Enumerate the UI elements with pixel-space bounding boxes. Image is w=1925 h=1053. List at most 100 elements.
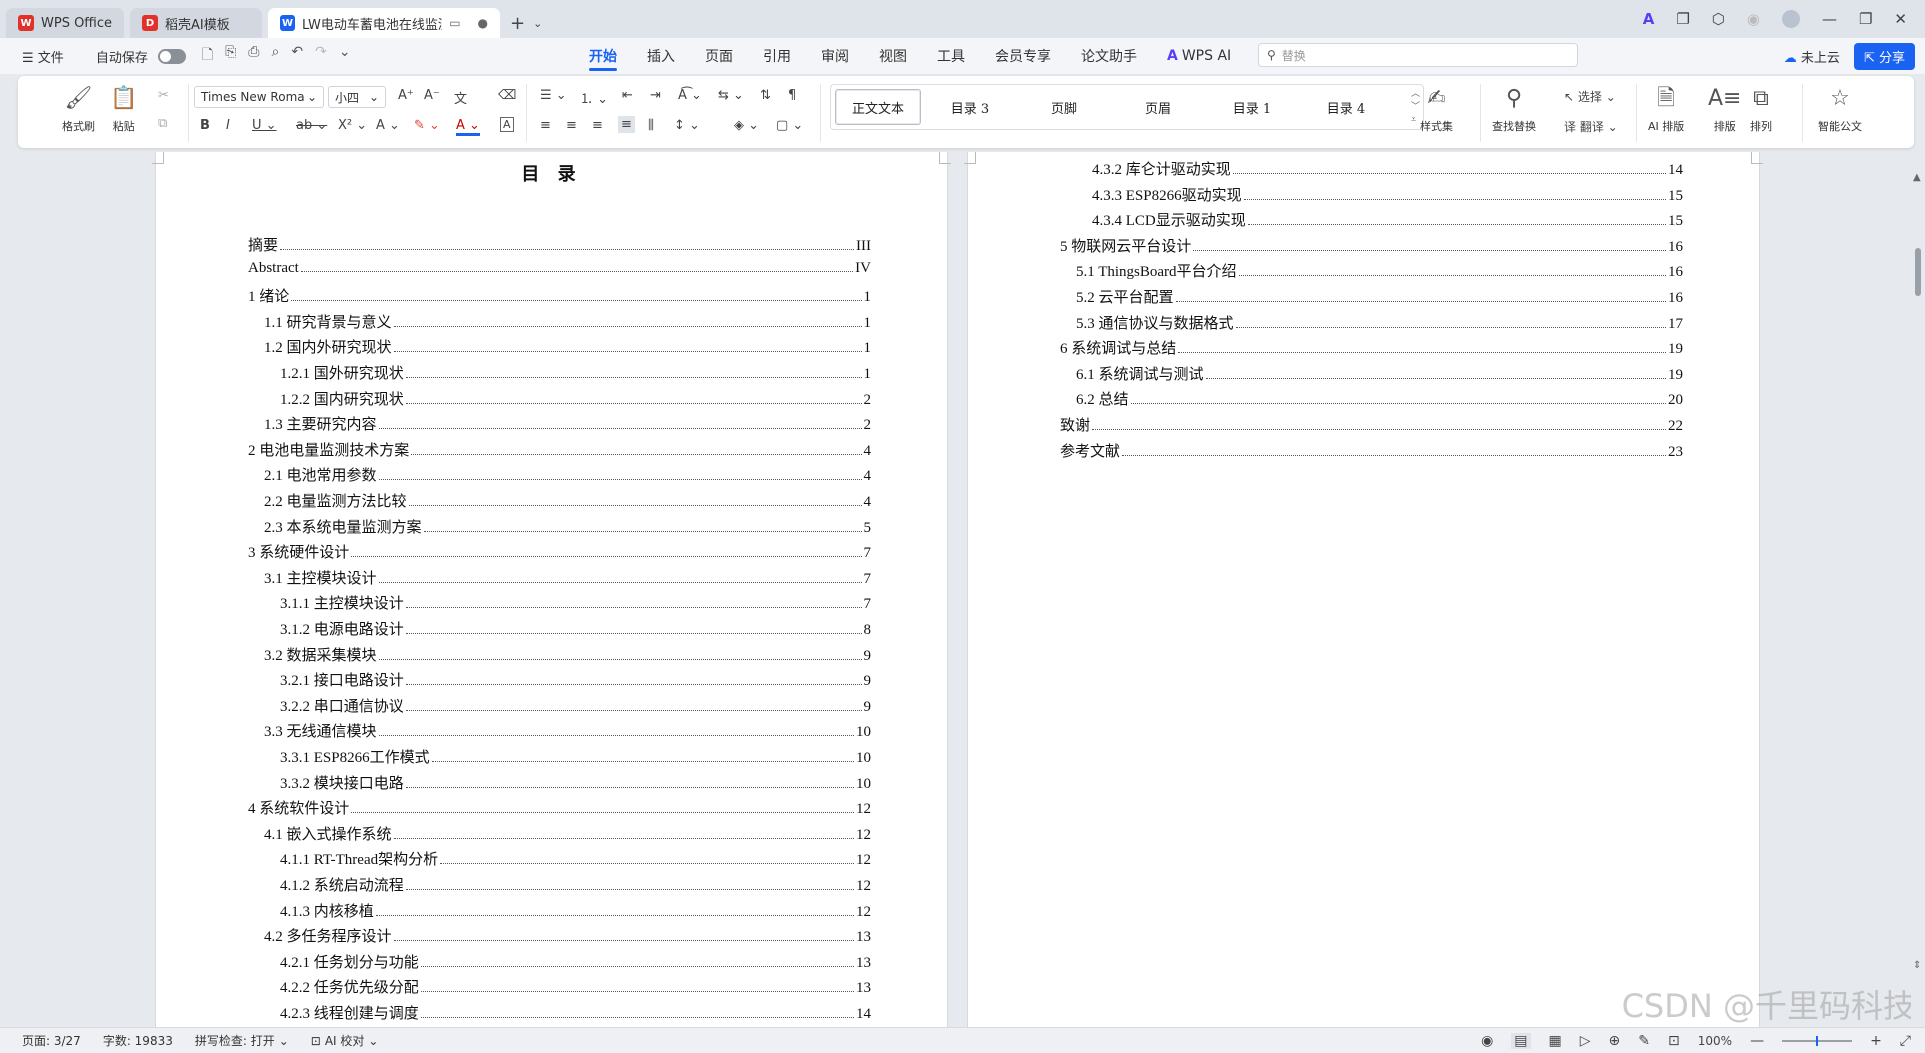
bullets-icon[interactable]: ☰ ⌄	[540, 88, 567, 103]
zoom-level[interactable]: 100%	[1698, 1034, 1732, 1048]
show-marks-icon[interactable]: ¶	[788, 88, 796, 103]
word-count[interactable]: 字数: 19833	[103, 1032, 173, 1049]
toc-entry[interactable]: 5.2 云平台配置 16	[1076, 286, 1683, 306]
zoom-in-icon[interactable]: +	[1870, 1033, 1882, 1049]
zoom-out-icon[interactable]: —	[1750, 1033, 1764, 1049]
style-footer[interactable]: 页脚	[1021, 89, 1107, 125]
tab-view[interactable]: 视图	[864, 38, 922, 74]
smart-doc-button[interactable]: ☆ 智能公文	[1818, 86, 1862, 134]
arrange-button[interactable]: ⧉ 排列	[1750, 86, 1772, 134]
align-right-icon[interactable]: ≡	[592, 118, 603, 133]
document-page-left[interactable]: 目 录 摘要 III Abstract IV 1 绪论 1 1.1 研究背景与意义 1 1.2 …	[152, 152, 951, 1027]
toc-entry[interactable]: 4.2.1 任务划分与功能 13	[280, 951, 871, 971]
toc-entry[interactable]: 3 系统硬件设计 7	[248, 541, 871, 561]
file-menu[interactable]: ☰ 文件	[22, 47, 64, 66]
print-preview-icon[interactable]: ⌕	[272, 44, 280, 68]
numbering-icon[interactable]: ⒈ ⌄	[580, 88, 608, 107]
restore-icon[interactable]: ❐	[1859, 10, 1872, 28]
toc-entry[interactable]: 4.3.2 库仑计驱动实现 14	[1092, 158, 1683, 178]
borders-icon[interactable]: ▢ ⌄	[776, 118, 803, 133]
copy-icon[interactable]: ⧉	[158, 116, 167, 131]
bold-icon[interactable]: B	[200, 118, 210, 133]
close-tab-icon[interactable]: ●	[478, 16, 488, 30]
toc-entry[interactable]: 3.1.2 电源电路设计 8	[280, 618, 871, 638]
tab-docer-templates[interactable]: D 稻壳AI模板	[130, 8, 263, 38]
document-page-right[interactable]: 4.3.2 库仑计驱动实现 14 4.3.3 ESP8266驱动实现 15 4.3.4 …	[964, 152, 1763, 1027]
shading-icon[interactable]: ◈ ⌄	[734, 118, 759, 133]
toc-entry[interactable]: 5.1 ThingsBoard平台介绍 16	[1076, 260, 1683, 280]
toc-entry[interactable]: 3.1.1 主控模块设计 7	[280, 592, 871, 612]
toc-entry[interactable]: 1.2.2 国内研究现状 2	[280, 388, 871, 408]
toc-entry[interactable]: 4.2.2 任务优先级分配 13	[280, 976, 871, 996]
tab-wps-office[interactable]: W WPS Office	[6, 8, 125, 38]
style-toc-4[interactable]: 目录 4	[1303, 89, 1389, 125]
more-chevron-icon[interactable]: ⌄	[339, 44, 351, 68]
cloud-status[interactable]: ☁ 未上云	[1784, 47, 1840, 66]
style-toc-1[interactable]: 目录 1	[1209, 89, 1295, 125]
translate-button[interactable]: 译 翻译 ⌄	[1564, 118, 1618, 135]
tab-references[interactable]: 引用	[748, 38, 806, 74]
toc-entry[interactable]: 5 物联网云平台设计 16	[1060, 235, 1683, 255]
decrease-indent-icon[interactable]: ⇤	[622, 88, 633, 103]
zoom-slider[interactable]	[1782, 1036, 1853, 1046]
toc-entry[interactable]: 2 电池电量监测技术方案 4	[248, 439, 871, 459]
style-set-button[interactable]: ✍ 样式集	[1420, 86, 1453, 134]
toc-entry[interactable]: 3.3 无线通信模块 10	[264, 720, 871, 740]
style-header[interactable]: 页眉	[1115, 89, 1201, 125]
write-icon[interactable]: ✎	[1638, 1033, 1650, 1049]
underline-icon[interactable]: U ⌄	[252, 118, 277, 133]
tab-insert[interactable]: 插入	[632, 38, 690, 74]
phonetic-icon[interactable]: 文	[454, 88, 467, 107]
vertical-scrollbar[interactable]: ▲ ⇕	[1911, 152, 1925, 1027]
window-icon[interactable]: ❐	[1676, 10, 1689, 28]
toc-entry[interactable]: 3.2 数据采集模块 9	[264, 644, 871, 664]
toc-entry[interactable]: 1 绪论 1	[248, 285, 871, 305]
style-body-text[interactable]: 正文文本	[835, 89, 921, 125]
toc-entry[interactable]: 4.1.3 内核移植 12	[280, 900, 871, 920]
tab-document[interactable]: W LW电动车蓄电池在线监测系 ▭ ●	[268, 8, 501, 38]
clear-format-icon[interactable]: ⌫	[498, 88, 516, 103]
document-area[interactable]: 目 录 摘要 III Abstract IV 1 绪论 1 1.1 研究背景与意义 1 1.2 …	[0, 152, 1925, 1027]
spellcheck-status[interactable]: 拼写检查: 打开 ⌄	[195, 1032, 289, 1049]
toc-entry[interactable]: 摘要 III	[248, 234, 871, 254]
tab-review[interactable]: 审阅	[806, 38, 864, 74]
tab-tools[interactable]: 工具	[922, 38, 980, 74]
toc-entry[interactable]: Abstract IV	[248, 260, 871, 280]
undo-icon[interactable]: ↶	[291, 44, 303, 68]
close-window-icon[interactable]: ✕	[1894, 10, 1907, 28]
font-size-select[interactable]: 小四 ⌄	[328, 86, 386, 108]
font-color-icon[interactable]: A ⌄	[456, 118, 480, 136]
toc-entry[interactable]: 3.2.2 串口通信协议 9	[280, 695, 871, 715]
distributed-icon[interactable]: ⫼	[648, 118, 654, 133]
find-replace-button[interactable]: ⚲ 查找替换	[1492, 86, 1536, 134]
format-painter-button[interactable]: 🖌 格式刷	[62, 86, 95, 134]
styles-scroll[interactable]: ︿ ﹀ ⩡	[1411, 88, 1420, 127]
shrink-font-icon[interactable]: A⁻	[424, 88, 440, 103]
chevron-down-icon[interactable]: ⌄	[533, 17, 542, 30]
toc-entry[interactable]: 4.1.1 RT-Thread架构分析 12	[280, 848, 871, 868]
expand-icon[interactable]: ⩡	[1411, 114, 1420, 127]
superscript-icon[interactable]: X² ⌄	[338, 118, 367, 133]
export-icon[interactable]: ⎘	[225, 44, 236, 68]
web-view-icon[interactable]: ⊕	[1609, 1033, 1621, 1049]
text-effect-icon[interactable]: A ⌄	[376, 118, 400, 133]
redo-icon[interactable]: ↷	[315, 44, 327, 68]
autosave-toggle[interactable]	[157, 48, 186, 64]
style-toc-3[interactable]: 目录 3	[927, 89, 1013, 125]
toc-entry[interactable]: 2.1 电池常用参数 4	[264, 464, 871, 484]
print-icon[interactable]: ⎙	[248, 44, 259, 68]
toc-entry[interactable]: 6 系统调试与总结 19	[1060, 337, 1683, 357]
tab-home[interactable]: 开始	[574, 38, 632, 74]
text-direction-icon[interactable]: ⇆ ⌄	[718, 88, 744, 103]
outline-view-icon[interactable]: ▦	[1549, 1033, 1562, 1049]
play-icon[interactable]: ▷	[1580, 1033, 1591, 1049]
ai-proofread[interactable]: ⊡ AI 校对 ⌄	[311, 1032, 379, 1049]
chinese-layout-icon[interactable]: A͡ ⌄	[678, 88, 702, 103]
toc-entry[interactable]: 4.2 多任务程序设计 13	[264, 925, 871, 945]
font-name-select[interactable]: Times New Roma ⌄	[194, 86, 324, 108]
align-left-icon[interactable]: ≡	[540, 118, 551, 133]
new-tab-button[interactable]: + ⌄	[510, 8, 542, 38]
toc-entry[interactable]: 5.3 通信协议与数据格式 17	[1076, 312, 1683, 332]
paste-button[interactable]: 📋 粘贴	[110, 86, 137, 134]
toc-entry[interactable]: 4.1.2 系统启动流程 12	[280, 874, 871, 894]
